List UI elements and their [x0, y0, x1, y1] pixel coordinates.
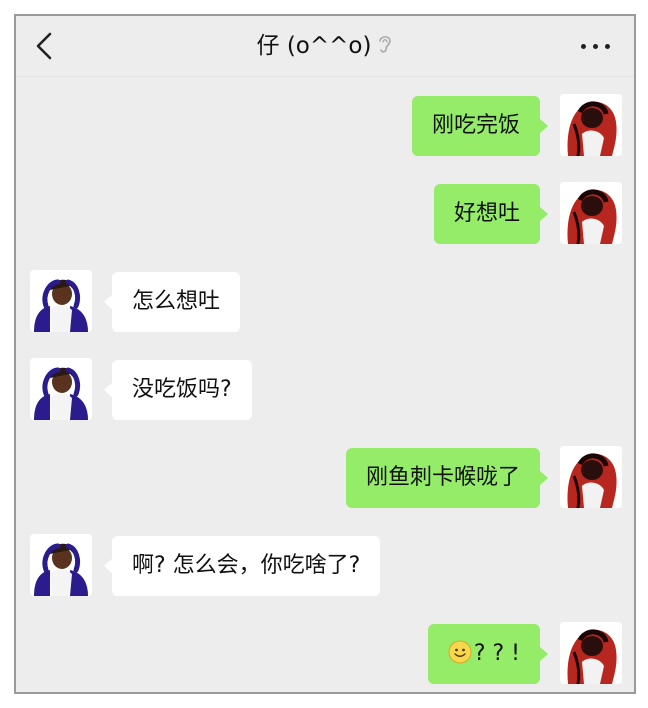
message-text: 怎么想吐 [132, 289, 221, 314]
more-dot-icon [581, 44, 586, 49]
message-row: 刚吃完饭 [16, 94, 634, 158]
smiley-face-icon [448, 640, 474, 666]
message-text: 刚吃完饭 [431, 113, 520, 138]
message-text: 好想吐 [453, 201, 520, 226]
bubble-tail [539, 646, 548, 662]
chat-title-area: 仔 (o^^o) [16, 28, 634, 64]
ear-muted-icon [379, 36, 392, 53]
bubble-tail [539, 118, 548, 134]
avatar-friend[interactable] [30, 534, 92, 596]
chat-header: 仔 (o^^o) [16, 16, 634, 77]
avatar-friend[interactable] [30, 358, 92, 420]
bubble-tail [539, 206, 548, 222]
received-message-bubble[interactable]: 没吃饭吗? [104, 360, 252, 420]
bubble-tail [104, 558, 113, 574]
avatar-friend[interactable] [30, 270, 92, 332]
chat-window: 仔 (o^^o) 刚吃完饭好想吐怎么想吐没吃饭吗? 刚鱼刺卡喉咙了啊? 怎么会，你… [14, 14, 636, 694]
message-row: ? ? ! [16, 622, 634, 686]
avatar-me[interactable] [560, 94, 622, 156]
message-row: 刚鱼刺卡喉咙了 [16, 446, 634, 510]
received-message-bubble[interactable]: 怎么想吐 [104, 272, 241, 332]
message-row: 啊? 怎么会，你吃啥了? [16, 534, 634, 598]
message-text: 刚鱼刺卡喉咙了 [365, 465, 520, 490]
message-text: ? ? ! [473, 641, 520, 666]
message-text: 没吃饭吗? [132, 377, 232, 402]
more-dot-icon [605, 44, 610, 49]
sent-message-bubble[interactable]: ? ? ! [427, 624, 548, 684]
message-row: 好想吐 [16, 182, 634, 246]
chat-title: 仔 (o^^o) [256, 33, 372, 59]
message-text: 啊? 怎么会，你吃啥了? [132, 553, 361, 578]
message-row: 怎么想吐 [16, 270, 634, 334]
sent-message-bubble[interactable]: 好想吐 [433, 184, 548, 244]
bubble-tail [104, 294, 113, 310]
sent-message-bubble[interactable]: 刚鱼刺卡喉咙了 [345, 448, 548, 508]
avatar-me[interactable] [560, 446, 622, 508]
avatar-me[interactable] [560, 622, 622, 684]
avatar-me[interactable] [560, 182, 622, 244]
message-row: 没吃饭吗? [16, 358, 634, 422]
sent-message-bubble[interactable]: 刚吃完饭 [411, 96, 548, 156]
received-message-bubble[interactable]: 啊? 怎么会，你吃啥了? [104, 536, 381, 596]
bubble-tail [104, 382, 113, 398]
more-button[interactable] [578, 30, 614, 62]
bubble-tail [539, 470, 548, 486]
more-dot-icon [593, 44, 598, 49]
